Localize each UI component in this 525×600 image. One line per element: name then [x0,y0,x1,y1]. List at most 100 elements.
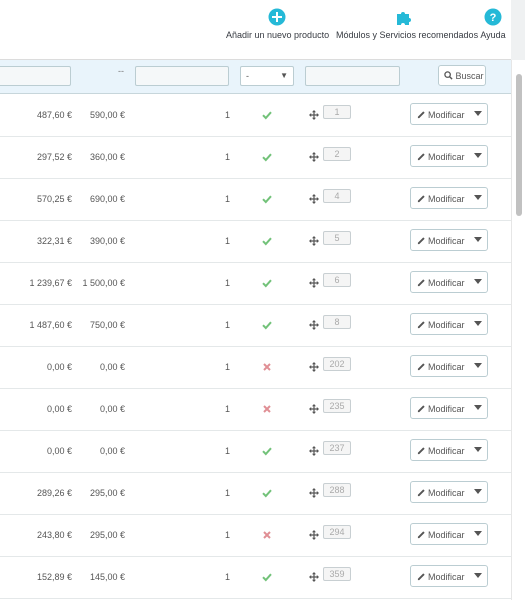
add-product-button[interactable]: Añadir un nuevo producto [226,8,329,40]
quantity: 1 [225,194,231,204]
quantity: 1 [225,404,231,414]
caret-down-icon[interactable] [474,531,482,537]
modify-button[interactable]: Modificar [410,565,488,587]
caret-down-icon[interactable] [474,573,482,579]
help-icon: ? [484,8,502,26]
check-icon[interactable] [262,194,272,204]
pencil-icon [417,573,425,581]
caret-down-icon[interactable] [474,111,482,117]
drag-handle-icon[interactable] [309,278,319,288]
position-badge: 6 [323,273,351,287]
filter-status-select[interactable]: - ▼ [240,66,294,86]
price-incl-tax: 295,00 € [89,530,125,540]
caret-down-icon[interactable] [474,153,482,159]
caret-down-icon[interactable] [474,405,482,411]
drag-handle-icon[interactable] [309,110,319,120]
position-badge: 2 [323,147,351,161]
modify-button[interactable]: Modificar [410,481,488,503]
modify-label: Modificar [428,572,465,582]
modules-services-button[interactable]: Módulos y Servicios recomendados [336,8,478,40]
cross-icon[interactable] [262,362,272,372]
pencil-icon [417,237,425,245]
caret-down-icon[interactable] [474,237,482,243]
modify-label: Modificar [428,236,465,246]
drag-handle-icon[interactable] [309,572,319,582]
price-incl-tax: 590,00 € [89,110,125,120]
price-excl-tax: 0,00 € [46,446,72,456]
table-row: 570,25 € 690,00 € 1 4 Modificar [0,179,511,221]
modify-button[interactable]: Modificar [410,355,488,377]
table-row: 0,00 € 0,00 € 1 202 Modificar [0,347,511,389]
table-row: 1 239,67 € 1 500,00 € 1 6 Modificar [0,263,511,305]
pencil-icon [417,111,425,119]
modify-label: Modificar [428,110,465,120]
check-icon[interactable] [262,110,272,120]
puzzle-icon [397,12,411,25]
check-icon[interactable] [262,446,272,456]
price-incl-tax: 145,00 € [89,572,125,582]
drag-handle-icon[interactable] [309,152,319,162]
modify-button[interactable]: Modificar [410,523,488,545]
price-incl-tax: 0,00 € [99,362,125,372]
cross-icon[interactable] [262,404,272,414]
quantity: 1 [225,488,231,498]
modify-button[interactable]: Modificar [410,313,488,335]
position-badge: 1 [323,105,351,119]
drag-handle-icon[interactable] [309,236,319,246]
product-list-panel: -- - ▼ Buscar 487,60 € 590,00 € 1 1 Modi… [0,60,511,600]
check-icon[interactable] [262,488,272,498]
caret-down-icon[interactable] [474,195,482,201]
cross-icon[interactable] [262,530,272,540]
scrollbar-thumb[interactable] [516,74,522,216]
caret-down-icon[interactable] [474,363,482,369]
caret-down-icon[interactable] [474,279,482,285]
modify-button[interactable]: Modificar [410,439,488,461]
svg-text:?: ? [490,12,497,24]
filter-range-separator: -- [118,66,124,76]
filter-status-value: - [246,71,249,81]
price-incl-tax: 0,00 € [99,404,125,414]
filter-quantity-input[interactable] [135,66,229,86]
pencil-icon [417,489,425,497]
drag-handle-icon[interactable] [309,446,319,456]
drag-handle-icon[interactable] [309,320,319,330]
price-excl-tax: 487,60 € [36,110,72,120]
modify-button[interactable]: Modificar [410,187,488,209]
quantity: 1 [225,320,231,330]
modify-button[interactable]: Modificar [410,397,488,419]
price-incl-tax: 390,00 € [89,236,125,246]
table-row: 487,60 € 590,00 € 1 1 Modificar [0,95,511,137]
pencil-icon [417,531,425,539]
position-badge: 288 [323,483,351,497]
price-incl-tax: 295,00 € [89,488,125,498]
search-button[interactable]: Buscar [438,65,486,86]
caret-down-icon[interactable] [474,489,482,495]
help-button[interactable]: ? Ayuda [478,8,508,40]
position-badge: 237 [323,441,351,455]
filter-price-input[interactable] [0,66,71,86]
check-icon[interactable] [262,572,272,582]
filter-position-input[interactable] [305,66,400,86]
check-icon[interactable] [262,236,272,246]
modify-button[interactable]: Modificar [410,229,488,251]
scrollbar[interactable] [511,60,525,600]
quantity: 1 [225,530,231,540]
drag-handle-icon[interactable] [309,194,319,204]
check-icon[interactable] [262,278,272,288]
check-icon[interactable] [262,320,272,330]
modify-button[interactable]: Modificar [410,271,488,293]
modify-label: Modificar [428,530,465,540]
position-badge: 235 [323,399,351,413]
modify-label: Modificar [428,194,465,204]
caret-down-icon[interactable] [474,321,482,327]
modify-button[interactable]: Modificar [410,103,488,125]
drag-handle-icon[interactable] [309,488,319,498]
position-badge: 359 [323,567,351,581]
check-icon[interactable] [262,152,272,162]
drag-handle-icon[interactable] [309,362,319,372]
drag-handle-icon[interactable] [309,530,319,540]
price-incl-tax: 360,00 € [89,152,125,162]
caret-down-icon[interactable] [474,447,482,453]
modify-button[interactable]: Modificar [410,145,488,167]
drag-handle-icon[interactable] [309,404,319,414]
